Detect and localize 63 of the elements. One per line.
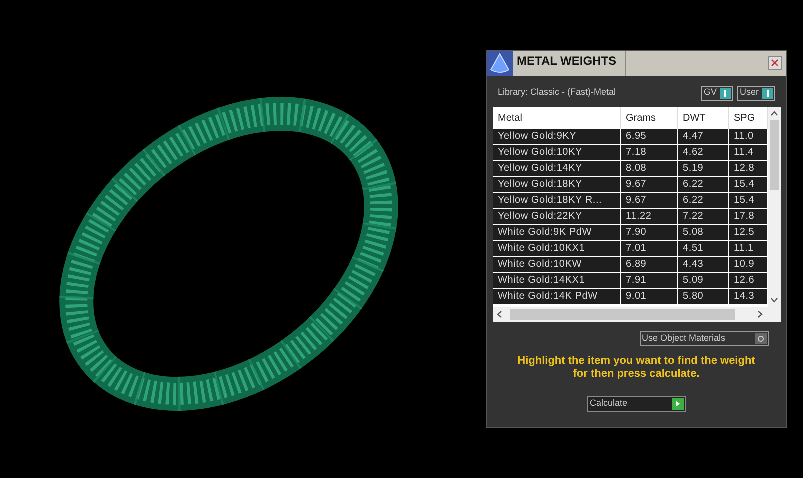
cone-icon bbox=[487, 51, 513, 76]
table-cell: Yellow Gold:14KY bbox=[493, 161, 621, 176]
table-cell: 6.95 bbox=[621, 129, 678, 144]
table-cell: Yellow Gold:22KY bbox=[493, 209, 621, 224]
caret-down-icon[interactable] bbox=[771, 298, 778, 303]
table-cell: White Gold:10KX1 bbox=[493, 241, 621, 256]
library-label: Library: Classic - (Fast)-Metal bbox=[498, 86, 618, 100]
toggle-button[interactable]: GV bbox=[700, 86, 733, 100]
table-cell: 7.01 bbox=[621, 241, 678, 256]
table-cell: 4.43 bbox=[678, 257, 729, 272]
table-cell: 7.18 bbox=[621, 145, 678, 160]
scrollbar-thumb[interactable] bbox=[510, 309, 735, 320]
instruction-text: Highlight the item you want to find the weight for then press calculate. bbox=[516, 355, 756, 381]
table-cell: 17.8 bbox=[729, 209, 768, 224]
table-cell: White Gold:9K PdW bbox=[493, 225, 621, 240]
close-button[interactable] bbox=[768, 56, 782, 70]
caret-left-icon[interactable] bbox=[497, 311, 502, 318]
table-cell: 5.09 bbox=[678, 273, 729, 288]
table-cell: 9.67 bbox=[621, 177, 678, 192]
table-cell: 4.62 bbox=[678, 145, 729, 160]
use-object-materials-toggle[interactable]: Use Object Materials bbox=[640, 331, 769, 346]
scrollbar-thumb[interactable] bbox=[770, 120, 779, 190]
table-cell: 15.4 bbox=[729, 177, 768, 192]
table-cell: 12.6 bbox=[729, 273, 768, 288]
table-cell: Yellow Gold:18KY bbox=[493, 177, 621, 192]
table-cell: 11.1 bbox=[729, 241, 768, 256]
table-cell: 11.4 bbox=[729, 145, 768, 160]
horizontal-scrollbar[interactable] bbox=[493, 307, 781, 322]
close-icon bbox=[771, 59, 779, 67]
vertical-scrollbar[interactable] bbox=[768, 107, 781, 307]
table-cell: 4.51 bbox=[678, 241, 729, 256]
table-cell: White Gold:10KW bbox=[493, 257, 621, 272]
toggle-button[interactable]: User bbox=[736, 86, 775, 100]
panel-title: METAL WEIGHTS bbox=[517, 51, 626, 76]
table-cell: 5.08 bbox=[678, 225, 729, 240]
table-cell: Yellow Gold:10KY bbox=[493, 145, 621, 160]
table-cell: 5.80 bbox=[678, 289, 729, 304]
table-cell: 6.22 bbox=[678, 177, 729, 192]
table-cell: 10.9 bbox=[729, 257, 768, 272]
table-cell: 7.22 bbox=[678, 209, 729, 224]
table-cell: 15.4 bbox=[729, 193, 768, 208]
table-cell: 5.19 bbox=[678, 161, 729, 176]
table-cell: 4.47 bbox=[678, 129, 729, 144]
table-cell: 6.22 bbox=[678, 193, 729, 208]
table-cell: 9.67 bbox=[621, 193, 678, 208]
caret-right-icon[interactable] bbox=[758, 311, 763, 318]
caret-up-icon[interactable] bbox=[771, 111, 778, 116]
table-cell: 8.08 bbox=[621, 161, 678, 176]
table-cell: Yellow Gold:18KY R... bbox=[493, 193, 621, 208]
calculate-button[interactable]: Calculate bbox=[587, 396, 686, 412]
table-cell: Yellow Gold:9KY bbox=[493, 129, 621, 144]
table-cell: White Gold:14K PdW bbox=[493, 289, 621, 304]
table-cell: 9.01 bbox=[621, 289, 678, 304]
play-icon bbox=[672, 398, 684, 410]
table-cell: 7.90 bbox=[621, 225, 678, 240]
table-cell: 6.89 bbox=[621, 257, 678, 272]
table-cell: 7.91 bbox=[621, 273, 678, 288]
table-cell: 12.8 bbox=[729, 161, 768, 176]
table-cell: 14.3 bbox=[729, 289, 768, 304]
table-cell: 12.5 bbox=[729, 225, 768, 240]
table-cell: 11.0 bbox=[729, 129, 768, 144]
table-cell: White Gold:14KX1 bbox=[493, 273, 621, 288]
table-cell: 11.22 bbox=[621, 209, 678, 224]
